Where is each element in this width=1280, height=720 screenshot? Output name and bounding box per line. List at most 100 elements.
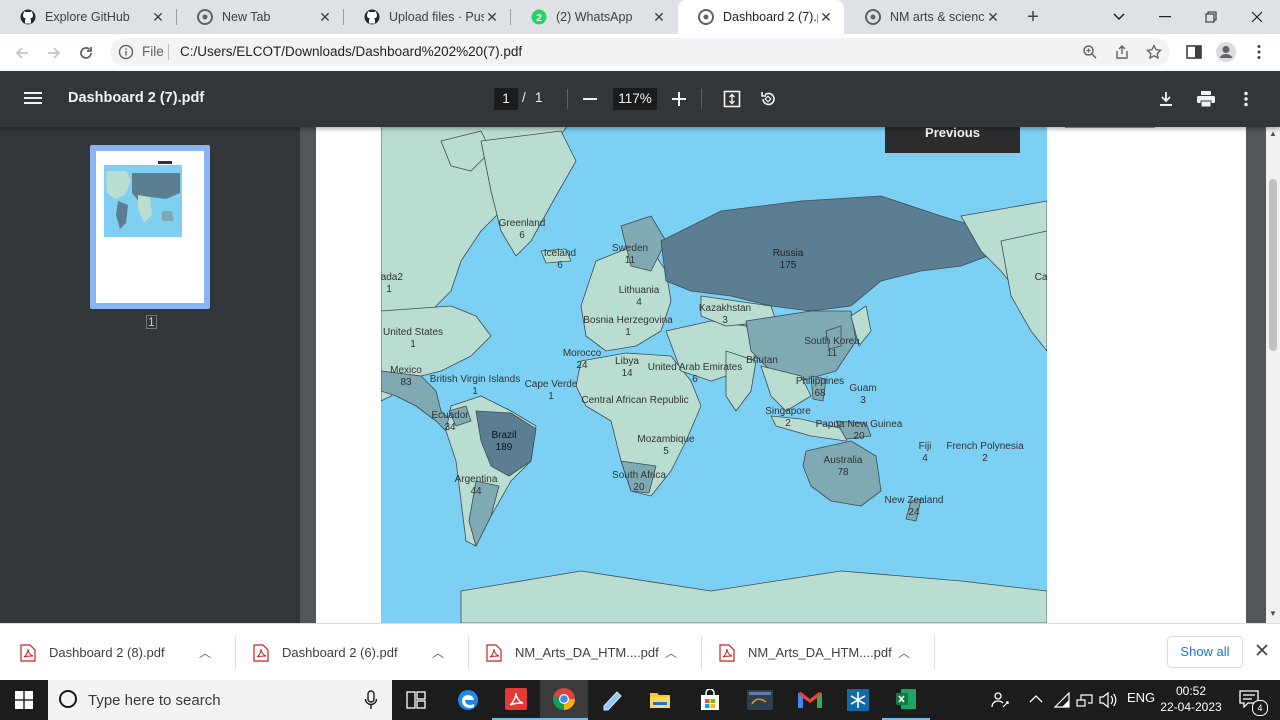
search-placeholder: Type here to search (88, 692, 221, 709)
chevron-up-icon[interactable]: ︿ (432, 644, 446, 661)
close-tab-icon[interactable]: ✕ (150, 9, 166, 26)
zoom-icon[interactable] (1082, 44, 1098, 60)
page-thumbnail[interactable] (90, 145, 210, 309)
chevron-up-icon[interactable] (1029, 694, 1043, 704)
vertical-scrollbar[interactable]: ▲ ▼ (1266, 127, 1280, 623)
tab-whatsapp[interactable]: 2 (2) WhatsApp ✕ (511, 0, 677, 34)
download-item[interactable]: NM_Arts_DA_HTM....pdf ︿ (699, 624, 932, 681)
gmail-app-button[interactable] (786, 680, 834, 720)
start-button[interactable] (0, 680, 48, 720)
chrome-icon (698, 9, 714, 25)
download-item[interactable]: NM_Arts_DA_HTM....pdf ︿ (466, 624, 699, 681)
download-button[interactable] (1155, 88, 1177, 110)
chevron-up-icon[interactable]: ︿ (898, 644, 912, 661)
close-window-button[interactable] (1234, 0, 1280, 34)
back-button[interactable] (9, 40, 35, 66)
download-item[interactable]: Dashboard 2 (6).pdf ︿ (233, 624, 466, 681)
region-russia (660, 195, 1002, 312)
clock[interactable]: 00:52 22-04-2023 (1158, 683, 1224, 715)
excel-app-button[interactable] (882, 680, 930, 720)
close-tab-icon[interactable]: ✕ (484, 9, 500, 26)
side-panel-icon[interactable] (1185, 43, 1203, 61)
thumbnail-sidebar: 1 (0, 127, 300, 623)
network-icon[interactable] (1076, 692, 1094, 708)
mysql-app-button[interactable] (736, 680, 784, 720)
print-button[interactable] (1195, 88, 1217, 110)
fit-to-page-button[interactable] (721, 88, 743, 110)
scrollbar-thumb[interactable] (1269, 179, 1277, 351)
kebab-menu-icon[interactable] (1250, 43, 1268, 61)
bookmark-star-icon[interactable] (1146, 44, 1162, 60)
snipping-app-button[interactable] (834, 680, 882, 720)
tab-new-tab[interactable]: New Tab ✕ (177, 0, 343, 34)
close-tab-icon[interactable]: ✕ (651, 9, 667, 26)
show-all-downloads-button[interactable]: Show all (1167, 636, 1243, 668)
whatsapp-icon: 2 (531, 9, 547, 25)
info-icon[interactable] (118, 44, 134, 60)
new-tab-button[interactable]: + (1022, 6, 1044, 28)
download-item[interactable]: Dashboard 2 (8).pdf ︿ (0, 624, 233, 681)
tab-dashboard-pdf[interactable]: Dashboard 2 (7).pdf ✕ (678, 0, 844, 34)
tablet-icon (603, 691, 622, 711)
map-label-iceland: Iceland 6 (543, 248, 577, 271)
tab-nm-arts[interactable]: NM arts & science ✕ (845, 0, 1011, 34)
language-indicator[interactable]: ENG (1127, 690, 1155, 705)
forward-button[interactable] (41, 40, 67, 66)
wifi-icon[interactable] (1054, 692, 1070, 708)
people-icon[interactable] (991, 691, 1009, 709)
volume-icon[interactable] (1099, 692, 1117, 708)
region-antarctica (460, 570, 1047, 623)
forward-arrow-icon (48, 47, 61, 59)
reload-button[interactable] (73, 40, 99, 66)
map-label-mozambique: Mozambique 5 (637, 434, 695, 457)
tab-explore-github[interactable]: Explore GitHub ✕ (0, 0, 176, 34)
restore-button[interactable] (1188, 0, 1234, 34)
scroll-up-arrow-icon[interactable]: ▲ (1266, 129, 1280, 138)
filled-world-map[interactable]: Greenland 6 Iceland 6 Sweden 11 Lithuania 4 … (381, 127, 1047, 623)
pdf-file-icon (253, 643, 269, 662)
rotate-button[interactable] (757, 88, 779, 110)
close-icon[interactable] (1254, 642, 1270, 658)
close-tab-icon[interactable]: ✕ (317, 9, 333, 26)
thumbnail-page (96, 151, 204, 303)
more-actions-button[interactable] (1235, 88, 1257, 110)
chevron-up-icon[interactable]: ︿ (199, 644, 213, 661)
url-text[interactable]: C:/Users/ELCOT/Downloads/Dashboard%202%2… (180, 44, 522, 59)
notifications-button[interactable]: 4 (1230, 680, 1280, 720)
zoom-level-input[interactable]: 117% (613, 88, 657, 110)
chrome-app-button[interactable] (540, 680, 588, 720)
minimize-button[interactable] (1142, 0, 1188, 34)
close-tab-icon[interactable]: ✕ (985, 9, 1001, 26)
hamburger-menu-icon[interactable] (24, 89, 42, 107)
map-label-greenland: Greenland 6 (498, 218, 546, 241)
chevron-up-icon[interactable]: ︿ (665, 644, 679, 661)
page-number-input[interactable]: 1 (494, 88, 518, 110)
zoom-in-button[interactable] (668, 88, 690, 110)
edge-app-button[interactable] (444, 680, 492, 720)
map-label-fiji: Fiji 4 (918, 441, 932, 464)
pdf-toolbar: Dashboard 2 (7).pdf 1 / 1 117% (0, 71, 1280, 127)
profile-avatar-icon[interactable] (1215, 41, 1237, 63)
pdf-viewport[interactable]: Greenland 6 Iceland 6 Sweden 11 Lithuania 4 … (300, 127, 1266, 623)
zoom-out-button[interactable] (579, 88, 601, 110)
file-explorer-button[interactable] (636, 680, 684, 720)
address-bar[interactable]: File C:/Users/ELCOT/Downloads/Dashboard%… (110, 38, 1170, 66)
map-label-russia: Russia 175 (772, 248, 804, 271)
tab-upload-files[interactable]: Upload files · Push ✕ (344, 0, 510, 34)
share-icon[interactable] (1114, 44, 1130, 60)
previous-button[interactable]: Previous (885, 126, 1020, 153)
close-tab-icon[interactable]: ✕ (818, 9, 834, 26)
taskbar-search-box[interactable]: Type here to search (48, 680, 392, 720)
mysql-icon (747, 690, 773, 710)
microphone-icon[interactable] (364, 690, 378, 710)
page-separator: / (522, 90, 526, 105)
task-view-button[interactable] (392, 680, 440, 720)
scroll-down-arrow-icon[interactable]: ▼ (1266, 609, 1280, 618)
acrobat-app-button[interactable] (492, 680, 540, 720)
chrome-icon (553, 688, 575, 710)
map-label-guam: Guam 3 (849, 383, 877, 406)
notes-app-button[interactable] (588, 680, 636, 720)
back-arrow-icon (15, 47, 28, 59)
tab-search-button[interactable] (1096, 0, 1142, 34)
store-app-button[interactable] (686, 680, 734, 720)
